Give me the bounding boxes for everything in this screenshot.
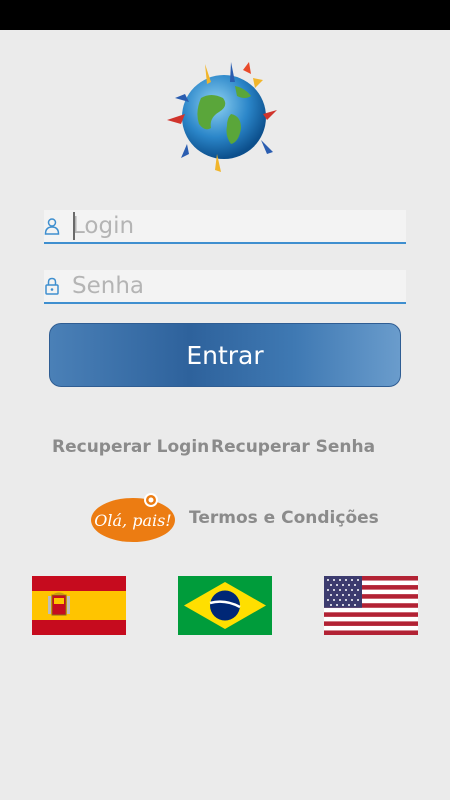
enter-button[interactable]: Entrar xyxy=(49,323,401,387)
recover-login-link[interactable]: Recuperar Login xyxy=(52,437,209,457)
lock-icon xyxy=(45,277,59,295)
terms-link[interactable]: Termos e Condições xyxy=(189,508,379,528)
spain-flag-icon[interactable] xyxy=(32,576,126,635)
login-field[interactable] xyxy=(44,210,406,244)
user-icon xyxy=(44,218,60,235)
recover-password-link[interactable]: Recuperar Senha xyxy=(211,437,375,457)
text-cursor xyxy=(73,212,75,240)
password-input[interactable] xyxy=(72,270,402,302)
password-field[interactable] xyxy=(44,270,406,304)
brazil-flag-icon[interactable] xyxy=(178,576,272,635)
usa-flag-icon[interactable] xyxy=(324,576,418,635)
login-input[interactable] xyxy=(72,210,402,242)
ola-pais-badge[interactable]: Olá, pais! xyxy=(89,492,181,544)
globe-logo xyxy=(167,62,277,172)
badge-text: Olá, pais! xyxy=(94,511,171,530)
status-bar xyxy=(0,0,450,30)
